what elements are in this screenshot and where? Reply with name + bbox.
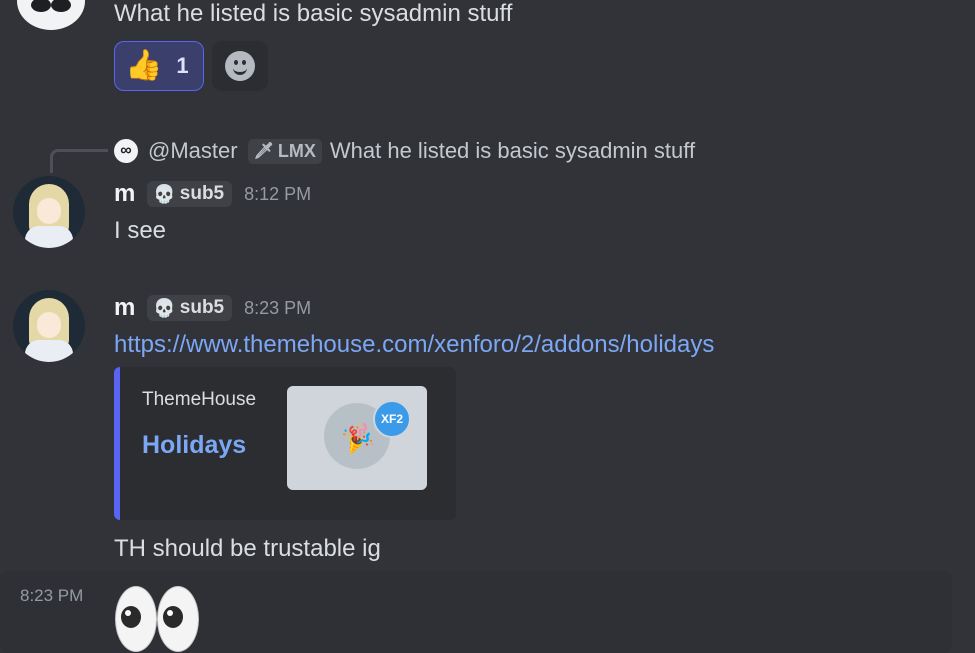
eyes-emoji [113, 583, 203, 653]
avatar[interactable] [17, 0, 85, 30]
server-tag-label: sub5 [179, 183, 225, 204]
timestamp[interactable]: 8:23 PM [20, 586, 83, 606]
username[interactable]: m [114, 180, 135, 208]
message-link[interactable]: https://www.themehouse.com/xenforo/2/add… [114, 331, 714, 359]
timestamp[interactable]: 8:12 PM [244, 184, 311, 205]
link-embed: ThemeHouse Holidays 🎉 XF2 [114, 367, 456, 520]
message-header: m 💀 sub5 8:23 PM [114, 294, 311, 322]
avatar[interactable] [13, 176, 85, 248]
avatar[interactable] [13, 290, 85, 362]
eyes-icon [115, 586, 157, 652]
avatar-detail [31, 0, 51, 12]
skull-icon: 💀 [153, 297, 176, 318]
sword-icon: 🗡 [253, 143, 274, 160]
server-tag-label: sub5 [179, 297, 225, 318]
avatar-detail [25, 226, 73, 248]
skull-icon: 💀 [153, 183, 176, 204]
message-text: What he listed is basic sysadmin stuff [114, 0, 513, 27]
reply-username[interactable]: @Master [148, 138, 238, 164]
eyes-icon [157, 586, 199, 652]
xf2-badge: XF2 [373, 400, 411, 438]
server-tag[interactable]: 💀 sub5 [147, 181, 233, 207]
avatar-detail [37, 312, 61, 338]
thumbs-up-icon: 👍 [125, 49, 163, 82]
role-label: LMX [277, 140, 316, 161]
server-tag[interactable]: 💀 sub5 [147, 295, 233, 321]
reply-reference[interactable]: ∞ @Master 🗡 LMX What he listed is basic … [114, 136, 695, 166]
embed-provider[interactable]: ThemeHouse [142, 389, 256, 411]
reply-connector [50, 149, 108, 173]
reply-text: What he listed is basic sysadmin stuff [329, 138, 696, 163]
reaction-thumbs-up[interactable]: 👍 1 [114, 41, 204, 91]
smiley-icon [225, 51, 255, 81]
embed-thumbnail[interactable]: 🎉 XF2 [287, 386, 427, 490]
avatar-detail [37, 198, 61, 224]
embed-title[interactable]: Holidays [142, 431, 246, 460]
message-text: TH should be trustable ig [114, 535, 381, 562]
reply-avatar: ∞ [114, 139, 138, 163]
avatar-detail [25, 340, 73, 362]
role-tag: 🗡 LMX [247, 138, 322, 164]
avatar-detail [51, 0, 71, 12]
message-text: I see [114, 217, 167, 244]
add-reaction-button[interactable] [212, 41, 268, 91]
timestamp[interactable]: 8:23 PM [244, 298, 311, 319]
username[interactable]: m [114, 294, 135, 322]
message-header: m 💀 sub5 8:12 PM [114, 180, 311, 208]
reaction-count: 1 [176, 53, 189, 78]
